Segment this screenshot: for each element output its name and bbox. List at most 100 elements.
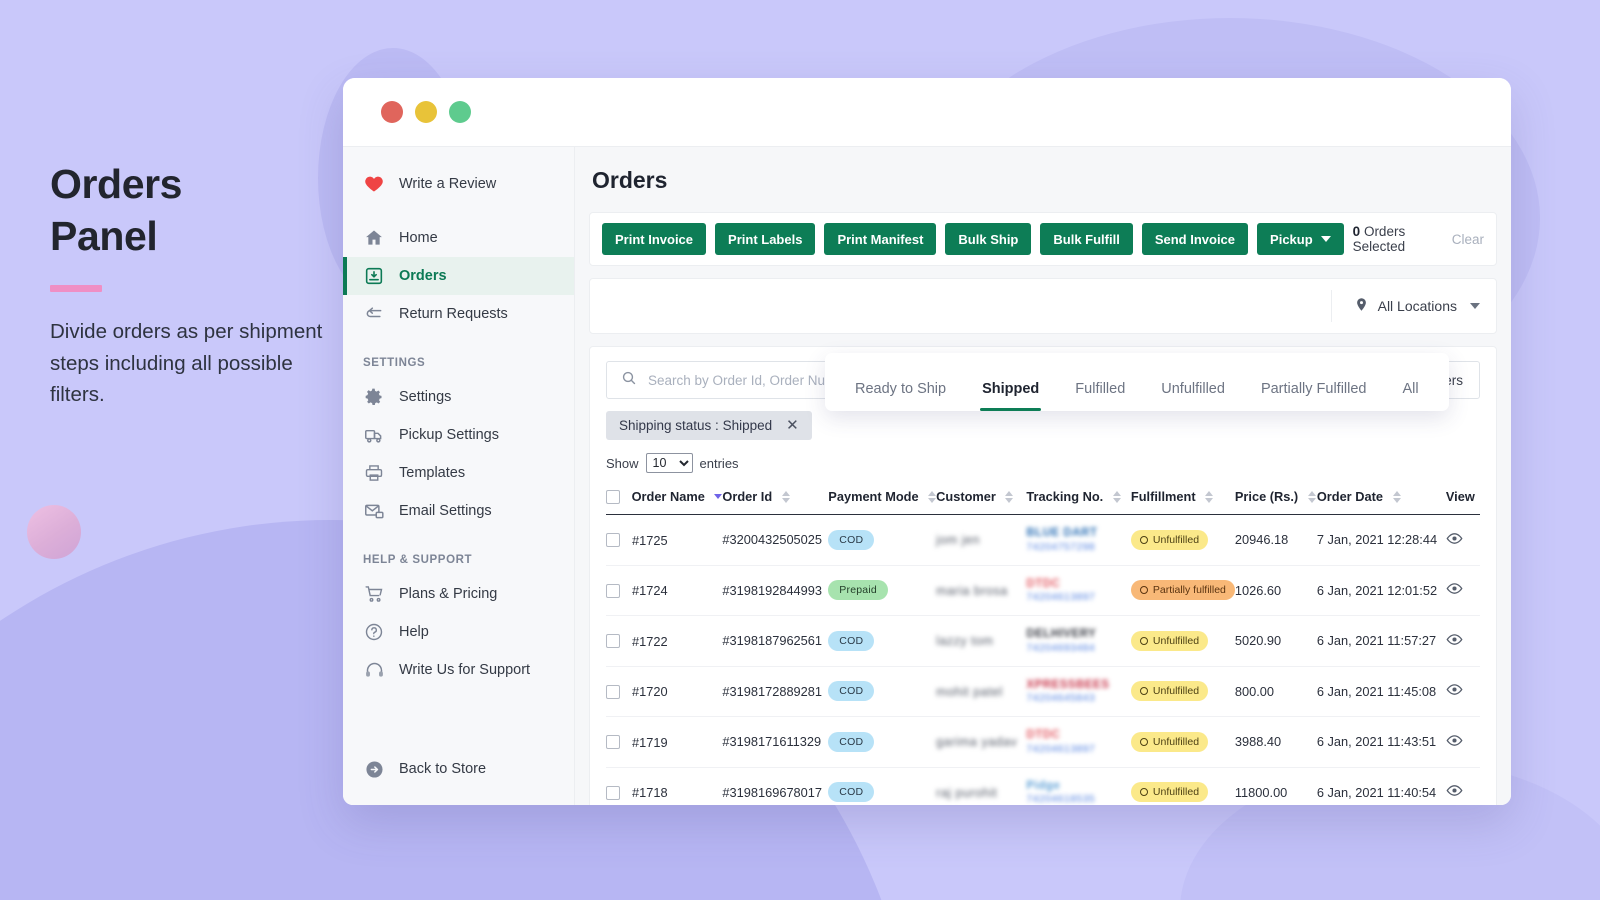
table-row[interactable]: #1718#3198169678017CODraj purohitPidge74…: [606, 767, 1480, 805]
sidebar-item-return-requests[interactable]: Return Requests: [343, 295, 574, 333]
column-customer[interactable]: Customer: [936, 483, 1026, 515]
column-order-date[interactable]: Order Date: [1317, 483, 1446, 515]
tab-ready-to-ship[interactable]: Ready to Ship: [837, 381, 964, 411]
row-select-checkbox[interactable]: [606, 533, 620, 547]
cell-view: [1446, 717, 1480, 768]
eye-icon[interactable]: [1446, 580, 1463, 597]
tracking-info[interactable]: DTDC74204613897: [1026, 728, 1131, 756]
sort-icon[interactable]: [714, 494, 722, 499]
sidebar-item-email-settings[interactable]: Email Settings: [343, 492, 574, 530]
orders-table-body: #1725#3200432505025CODjom jenBLUE DART74…: [606, 515, 1480, 805]
row-select-checkbox[interactable]: [606, 584, 620, 598]
row-select-checkbox[interactable]: [606, 634, 620, 648]
sidebar-item-settings[interactable]: Settings: [343, 378, 574, 416]
sidebar-label: Write a Review: [399, 176, 496, 192]
eye-icon[interactable]: [1446, 530, 1463, 547]
status-badge: Unfulfilled: [1131, 732, 1208, 752]
customer-name: mohit patel: [936, 685, 1003, 699]
eye-icon[interactable]: [1446, 631, 1463, 648]
column-label: Customer: [936, 489, 996, 504]
tab-partially-fulfilled[interactable]: Partially Fulfilled: [1243, 381, 1385, 411]
cell-customer: mohit patel: [936, 666, 1026, 717]
cell-order-name: #1719: [606, 717, 722, 768]
sidebar-spacer: [343, 689, 574, 767]
tracking-info[interactable]: DTDC74204613897: [1026, 577, 1131, 605]
table-row[interactable]: #1720#3198172889281CODmohit patelXPRESSB…: [606, 666, 1480, 717]
column-payment-mode[interactable]: Payment Mode: [828, 483, 936, 515]
tab-all[interactable]: All: [1385, 381, 1437, 411]
column-order-id[interactable]: Order Id: [722, 483, 828, 515]
tab-shipped[interactable]: Shipped: [964, 381, 1057, 411]
print-manifest-button[interactable]: Print Manifest: [824, 223, 936, 255]
selected-count-label: Orders Selected: [1353, 224, 1406, 254]
column-order-name[interactable]: Order Name: [606, 483, 722, 515]
column-tracking-no[interactable]: Tracking No.: [1026, 483, 1131, 515]
entries-per-page-row: Show 102550100 entries: [606, 453, 1480, 473]
cart-icon: [363, 583, 385, 605]
sidebar-item-plans-pricing[interactable]: Plans & Pricing: [343, 575, 574, 613]
minimize-window-button[interactable]: [415, 101, 437, 123]
bulk-fulfill-button[interactable]: Bulk Fulfill: [1040, 223, 1132, 255]
status-badge: Unfulfilled: [1131, 782, 1208, 802]
all-locations-dropdown[interactable]: All Locations: [1331, 290, 1480, 322]
sidebar-item-write-a-review[interactable]: Write a Review: [343, 165, 574, 203]
arrow-right-circle-icon: [363, 758, 385, 780]
pickup-dropdown-button[interactable]: Pickup: [1257, 223, 1344, 255]
sidebar-item-pickup-settings[interactable]: Pickup Settings: [343, 416, 574, 454]
tracking-info[interactable]: XPRESSBEES74204645843: [1026, 678, 1131, 706]
sidebar-item-home[interactable]: Home: [343, 219, 574, 257]
sidebar-item-orders[interactable]: Orders: [343, 257, 574, 295]
tracking-info[interactable]: BLUE DART74204757298: [1026, 526, 1131, 554]
cell-tracking-no: DTDC74204613897: [1026, 717, 1131, 768]
tab-fulfilled[interactable]: Fulfilled: [1057, 381, 1143, 411]
orders-inbox-icon: [363, 265, 385, 287]
sort-icon[interactable]: [1113, 491, 1121, 503]
payment-mode-badge: COD: [828, 782, 874, 802]
maximize-window-button[interactable]: [449, 101, 471, 123]
row-select-checkbox[interactable]: [606, 685, 620, 699]
bulk-ship-button[interactable]: Bulk Ship: [945, 223, 1031, 255]
table-row[interactable]: #1725#3200432505025CODjom jenBLUE DART74…: [606, 515, 1480, 566]
select-all-checkbox[interactable]: [606, 490, 620, 504]
cell-order-date: 6 Jan, 2021 11:43:51: [1317, 717, 1446, 768]
eye-icon[interactable]: [1446, 732, 1463, 749]
close-window-button[interactable]: [381, 101, 403, 123]
tab-unfulfilled[interactable]: Unfulfilled: [1143, 381, 1243, 411]
tracking-info[interactable]: Pidge74204618535: [1026, 779, 1131, 805]
sidebar-item-back-to-store[interactable]: Back to Store: [343, 767, 574, 805]
column-fulfillment[interactable]: Fulfillment: [1131, 483, 1235, 515]
table-row[interactable]: #1724#3198192844993Prepaidmaria brosaDTD…: [606, 565, 1480, 616]
sidebar-item-templates[interactable]: Templates: [343, 454, 574, 492]
sort-icon[interactable]: [1308, 491, 1316, 503]
column-label: Order Id: [722, 489, 772, 504]
sort-icon[interactable]: [1205, 491, 1213, 503]
row-select-checkbox[interactable]: [606, 735, 620, 749]
cell-fulfillment: Partially fulfilled: [1131, 565, 1235, 616]
sort-icon[interactable]: [1393, 491, 1401, 503]
table-row[interactable]: #1722#3198187962561CODlazzy tomDELHIVERY…: [606, 616, 1480, 667]
cell-view: [1446, 616, 1480, 667]
sidebar-item-write-us-for-support[interactable]: Write Us for Support: [343, 651, 574, 689]
row-select-checkbox[interactable]: [606, 786, 620, 800]
clear-selection-link[interactable]: Clear: [1452, 232, 1484, 247]
print-labels-button[interactable]: Print Labels: [715, 223, 815, 255]
close-icon[interactable]: ✕: [786, 418, 799, 433]
sidebar-label: Settings: [399, 389, 451, 405]
table-row[interactable]: #1719#3198171611329CODgarima yadavDTDC74…: [606, 717, 1480, 768]
cell-order-id: #3198169678017: [722, 767, 828, 805]
entries-per-page-select[interactable]: 102550100: [646, 453, 693, 473]
column-price[interactable]: Price (Rs.): [1235, 483, 1317, 515]
eye-icon[interactable]: [1446, 681, 1463, 698]
print-invoice-button[interactable]: Print Invoice: [602, 223, 706, 255]
sort-icon[interactable]: [782, 491, 790, 503]
sort-icon[interactable]: [928, 491, 936, 503]
filter-chip-shipping-status[interactable]: Shipping status : Shipped ✕: [606, 411, 812, 440]
send-invoice-button[interactable]: Send Invoice: [1142, 223, 1248, 255]
promo-panel: Orders Panel Divide orders as per shipme…: [50, 158, 350, 411]
eye-icon[interactable]: [1446, 782, 1463, 799]
sidebar-item-help[interactable]: Help: [343, 613, 574, 651]
home-icon: [363, 227, 385, 249]
sort-icon[interactable]: [1005, 491, 1013, 503]
heart-icon: [363, 173, 385, 195]
tracking-info[interactable]: DELHIVERY74204693484: [1026, 627, 1131, 655]
